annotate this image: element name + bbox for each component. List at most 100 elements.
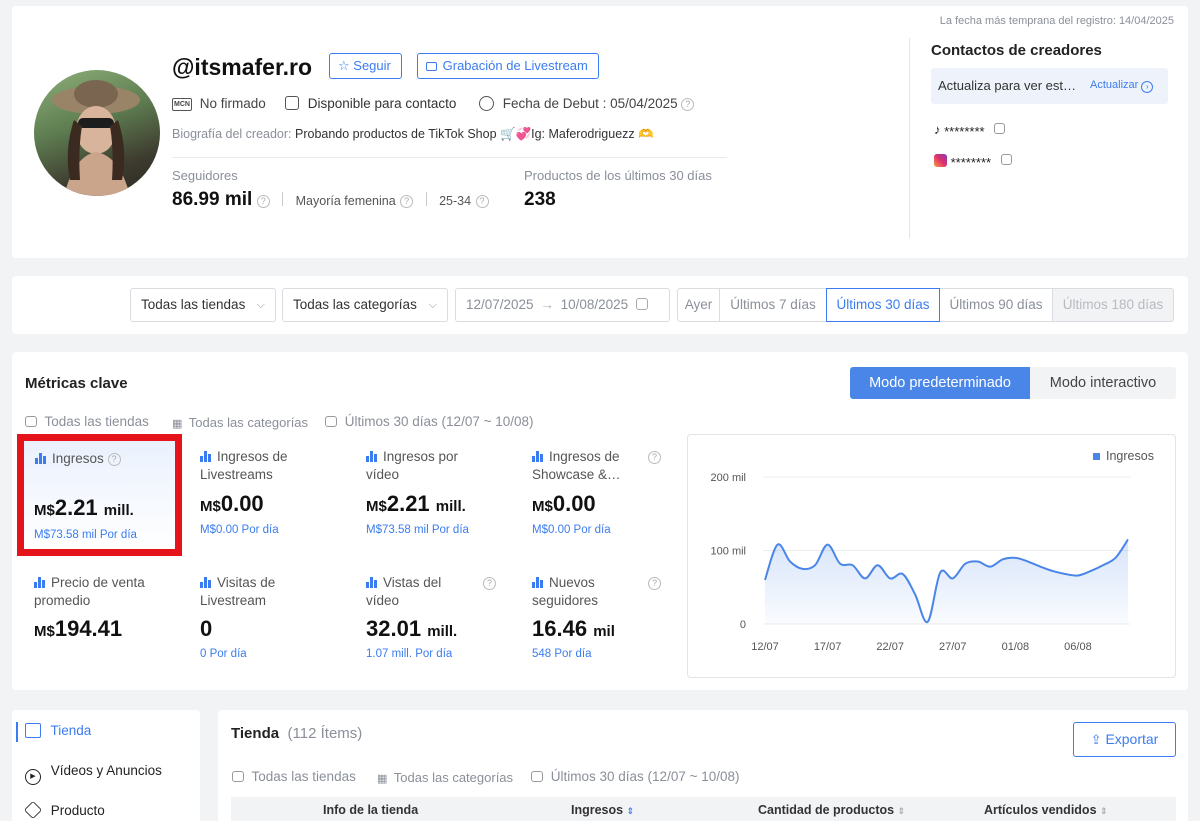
filter-bar: Todas las tiendas ⌵ Todas las categorías… [12,276,1188,334]
instagram-contact: ******** [934,153,1012,170]
metric-card-livestream-views[interactable]: Visitas de Livestream 0 0 Por día [200,574,350,664]
sidebar-item-videos[interactable]: ▶ Vídeos y Anuncios [25,763,162,785]
metric-per-day: M$73.58 mil Por día [34,529,137,541]
help-icon[interactable]: ? [648,451,661,464]
metric-card-new-followers[interactable]: Nuevos seguidores ? 16.46 mil 548 Por dí… [532,574,672,664]
unit: mill. [103,502,134,519]
help-icon[interactable]: ? [648,577,661,590]
metric-title-text: Ingresos de Showcase &… [532,449,621,482]
play-circle-icon: ▶ [25,769,41,785]
profile-card: La fecha más temprana del registro: 14/0… [12,6,1188,258]
bar-chart-icon [366,577,378,588]
box-icon [23,800,43,820]
metric-title-text: Precio de venta promedio [34,575,145,608]
calendar-icon [531,771,543,782]
age-range: 25-34 [439,194,472,208]
category-select[interactable]: Todas las categorías ⌵ [282,288,448,322]
bar-chart-icon [366,451,378,462]
metric-value: M$194.41 [34,616,122,642]
value: 32.01 [366,616,422,641]
store-select[interactable]: Todas las tiendas ⌵ [130,288,276,322]
sidebar-item-label: Tienda [50,723,92,738]
followers-stats: 86.99 mil ? Mayoría femenina ? 25-34 ? [172,189,489,211]
revenue-chart[interactable]: 200 mil 100 mil 0 12/07 17/07 22/07 27/07 01/08… [688,435,1175,677]
sidebar-item-store[interactable]: Tienda [25,723,91,738]
metric-card-revenue[interactable]: Ingresos ? M$2.21 mill. M$73.58 mil Por … [17,434,182,556]
help-icon[interactable]: ? [400,195,414,208]
metric-card-video-views[interactable]: Vistas del vídeo ? 32.01 mill. 1.07 mill… [366,574,516,664]
bar-chart-icon [200,451,212,462]
x-tick-label: 06/08 [1064,641,1092,653]
metric-per-day: M$73.58 mil Por día [366,524,469,536]
metric-title: Nuevos seguidores [532,574,632,610]
help-icon[interactable]: ? [107,453,121,466]
clock-icon [479,96,494,111]
metric-title: Precio de venta promedio [34,574,164,610]
copy-icon[interactable] [1000,154,1012,165]
date-from: 12/07/2025 [466,297,534,312]
date-to: 10/08/2025 [560,297,629,312]
store-filter-categories-text: Todas las categorías [393,770,514,785]
period-7-days[interactable]: Últimos 7 días [719,288,827,322]
column-revenue[interactable]: Ingresos ⇕ [571,803,634,817]
value: 0.00 [220,491,264,516]
help-icon[interactable]: ? [681,98,695,111]
help-icon[interactable]: ? [483,577,496,590]
value: 2.21 [386,491,430,516]
update-button[interactable]: Actualizar › [1090,79,1154,93]
period-180-days[interactable]: Últimos 180 días [1052,288,1174,322]
mode-default-button[interactable]: Modo predeterminado [850,367,1030,399]
period-yesterday[interactable]: Ayer [677,288,720,322]
metric-card-showcase-revenue[interactable]: Ingresos de Showcase &… ? M$0.00 M$0.00 … [532,448,672,548]
metric-card-livestream-revenue[interactable]: Ingresos de Livestreams M$0.00 M$0.00 Po… [200,448,350,548]
metrics-filter-stores: Todas las tiendas [25,414,149,429]
currency: M$ [34,502,55,519]
store-filter-period: Últimos 30 días (12/07 ~ 10/08) [531,769,740,784]
column-label: Ingresos [571,803,624,817]
metric-card-avg-price[interactable]: Precio de venta promedio M$194.41 [34,574,184,664]
metric-title: Ingresos de Showcase &… [532,448,634,484]
x-tick-label: 01/08 [1002,641,1030,653]
help-icon[interactable]: ? [256,195,270,208]
creator-handle: @itsmafer.ro [172,54,313,80]
metric-card-video-revenue[interactable]: Ingresos por vídeo M$2.21 mill. M$73.58 … [366,448,516,548]
table-header: Info de la tienda Ingresos ⇕ Cantidad de… [231,797,1176,821]
period-90-days[interactable]: Últimos 90 días [939,288,1053,322]
unit: mill. [435,498,466,515]
column-product-count[interactable]: Cantidad de productos ⇕ [758,803,905,817]
help-icon[interactable]: ? [475,195,489,208]
livestream-recording-button[interactable]: Grabación de Livestream [417,53,599,79]
upload-icon: ⇪ [1090,732,1102,747]
tiktok-contact: ♪ ******** [934,122,1006,139]
contact-status-text: Disponible para contacto [307,96,457,111]
column-store-info[interactable]: Info de la tienda [323,803,418,817]
arrow-right-circle-icon: › [1141,81,1154,93]
sidebar-item-label: Producto [50,803,105,818]
date-range-picker[interactable]: 12/07/2025 → 10/08/2025 [455,288,670,322]
tiktok-icon: ♪ [934,122,941,137]
metrics-filter-period: Últimos 30 días (12/07 ~ 10/08) [325,414,534,429]
column-label: Artículos vendidos [984,803,1097,817]
column-items-sold[interactable]: Artículos vendidos ⇕ [984,803,1108,817]
export-button[interactable]: ⇪ Exportar [1073,722,1176,757]
store-filter-stores: Todas las tiendas [232,769,356,784]
mcn-icon: MCN [172,98,192,111]
mode-interactive-button[interactable]: Modo interactivo [1030,367,1176,399]
calendar-icon [635,298,648,310]
period-30-days[interactable]: Últimos 30 días [826,288,940,322]
sidebar-item-product[interactable]: Producto [23,800,105,820]
metric-title: Vistas del vídeo [366,574,466,610]
earliest-record: La fecha más temprana del registro: 14/0… [939,15,1174,27]
followers-value: 86.99 mil [172,189,253,210]
copy-icon[interactable] [994,123,1006,134]
legend-swatch [1093,453,1100,460]
store-title: Tienda (112 Ítems) [231,725,362,743]
follow-button[interactable]: ☆ Seguir [329,53,402,79]
metrics-filter-period-text: Últimos 30 días (12/07 ~ 10/08) [344,414,534,429]
x-tick-label: 27/07 [939,641,967,653]
metric-value: M$0.00 [532,491,596,517]
sort-icon: ⇕ [897,806,906,816]
store-filter-period-text: Últimos 30 días (12/07 ~ 10/08) [550,769,740,784]
value: 0.00 [552,491,596,516]
avatar[interactable] [34,70,160,196]
